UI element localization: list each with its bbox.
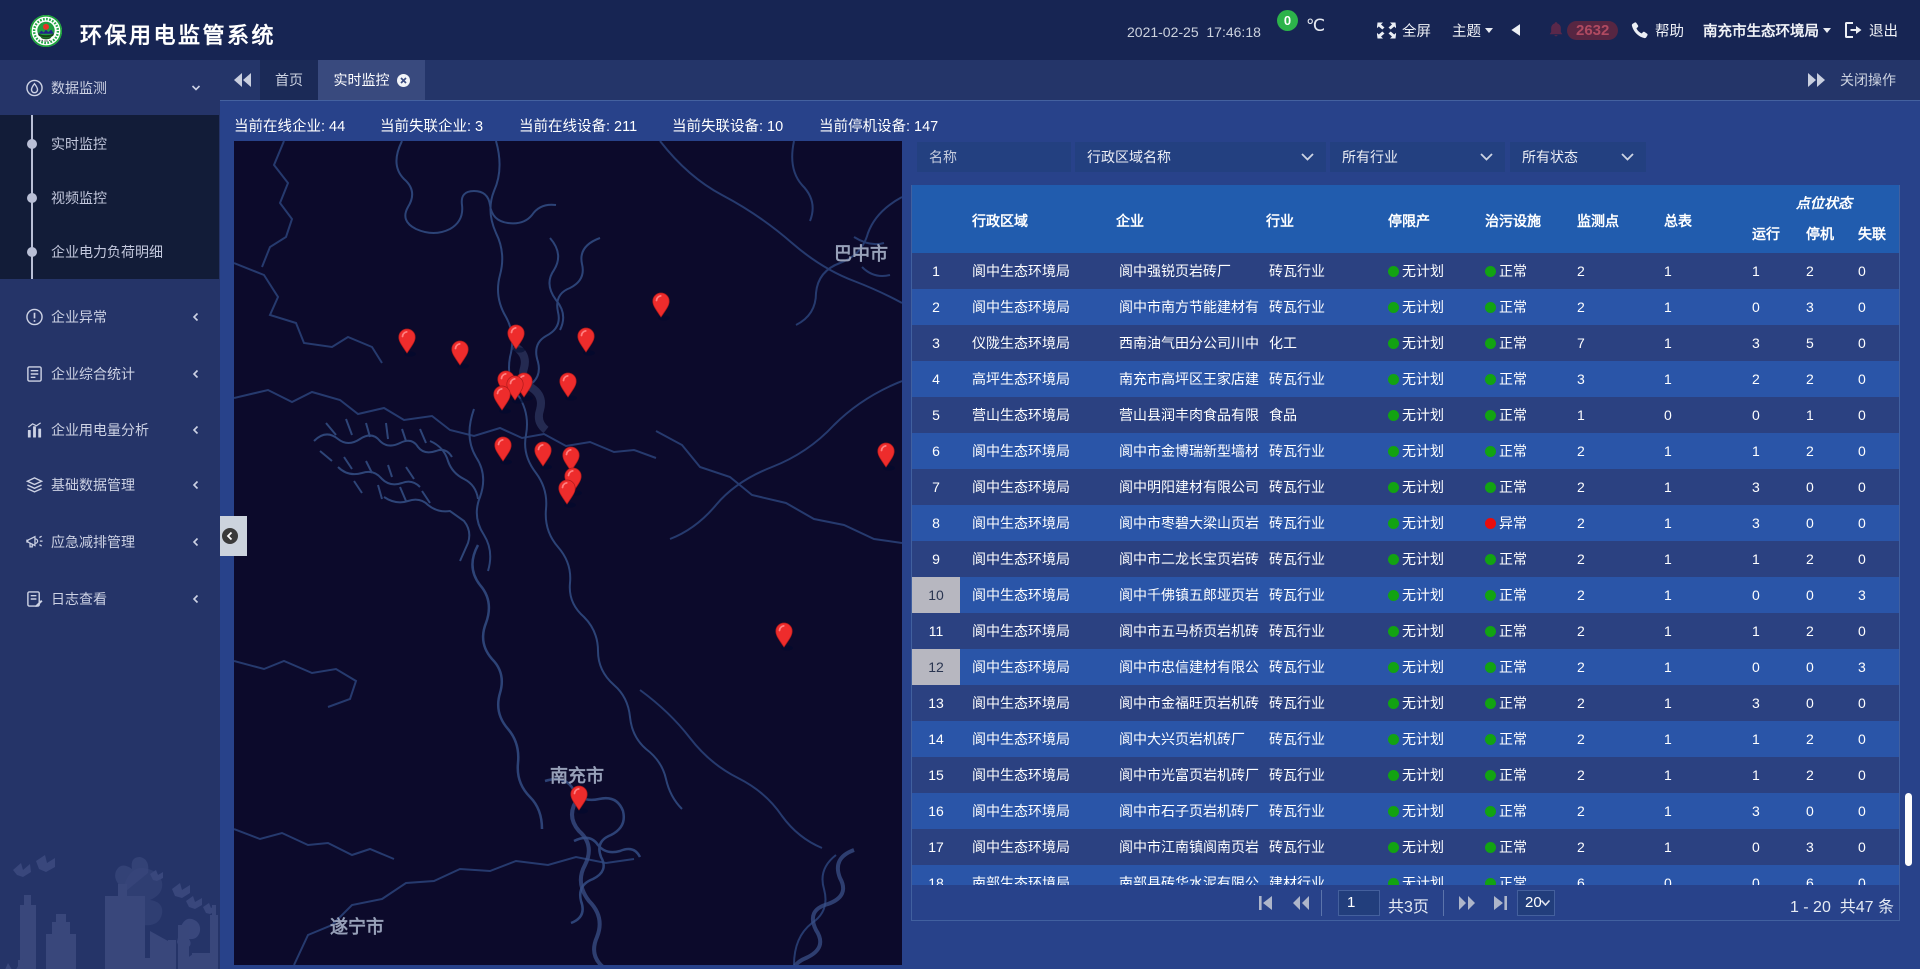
svg-text:遂宁市: 遂宁市 (330, 916, 384, 937)
svg-text:南充市: 南充市 (550, 765, 604, 786)
svg-text:巴中市: 巴中市 (834, 243, 888, 264)
